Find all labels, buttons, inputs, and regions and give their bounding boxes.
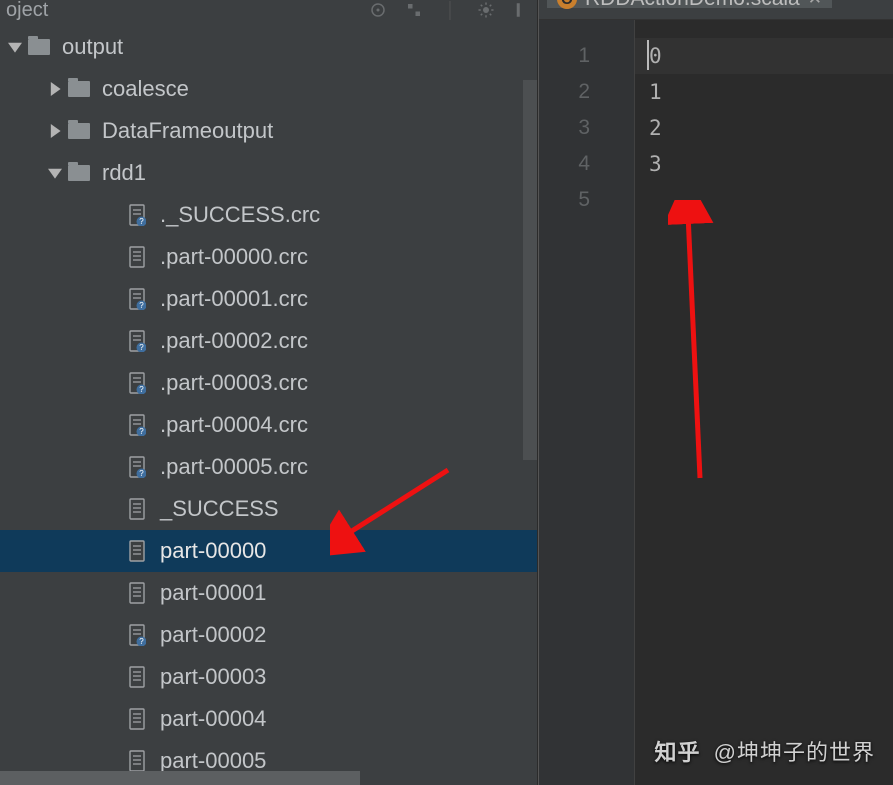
tree-file[interactable]: part-00004 (0, 698, 537, 740)
tree-label: .part-00001.crc (160, 286, 308, 312)
tree-label: part-00003 (160, 664, 266, 690)
tree-label: coalesce (102, 76, 189, 102)
code-line: 0 (649, 38, 893, 74)
project-sidebar: oject | output coalesce (0, 0, 538, 785)
horizontal-scrollbar[interactable] (0, 771, 360, 785)
line-number: 2 (539, 74, 634, 110)
folder-icon (68, 80, 90, 98)
divider-icon: | (441, 1, 459, 19)
editor-tabbar: O RDDActionDemo.scala ✕ (539, 0, 893, 20)
folder-icon (68, 164, 90, 182)
tree-file[interactable]: ? .part-00002.crc (0, 320, 537, 362)
code-line: 2 (649, 110, 893, 146)
tree-file[interactable]: ? ._SUCCESS.crc (0, 194, 537, 236)
svg-text:?: ? (139, 427, 144, 436)
sidebar-header: oject | (0, 0, 537, 20)
chevron-down-icon[interactable] (6, 38, 24, 56)
text-caret (647, 40, 649, 70)
tree-file[interactable]: ? .part-00003.crc (0, 362, 537, 404)
tree-label: part-00002 (160, 622, 266, 648)
tree-file[interactable]: ? .part-00001.crc (0, 278, 537, 320)
chevron-right-icon[interactable] (46, 122, 64, 140)
text-file-icon (126, 542, 148, 560)
tree-file[interactable]: .part-00000.crc (0, 236, 537, 278)
code-area[interactable]: 0123 (635, 20, 893, 785)
collapse-icon[interactable] (405, 1, 423, 19)
code-line: 1 (649, 74, 893, 110)
tree-label: part-00000 (160, 538, 266, 564)
tree-folder-rdd1[interactable]: rdd1 (0, 152, 537, 194)
tree-folder-output[interactable]: output (0, 26, 537, 68)
sidebar-title: oject (6, 0, 369, 22)
watermark: 知乎 @坤坤子的世界 (655, 735, 875, 767)
tree-label: .part-00005.crc (160, 454, 308, 480)
unknown-file-icon: ? (126, 458, 148, 476)
folder-icon (68, 122, 90, 140)
sidebar-tools: | (369, 1, 531, 19)
watermark-author: @坤坤子的世界 (714, 740, 875, 765)
svg-text:?: ? (139, 343, 144, 352)
tree-label: ._SUCCESS.crc (160, 202, 320, 228)
editor-area: O RDDActionDemo.scala ✕ 12345 0123 (538, 0, 893, 785)
text-file-icon (126, 248, 148, 266)
unknown-file-icon: ? (126, 332, 148, 350)
tree-label: .part-00004.crc (160, 412, 308, 438)
svg-text:?: ? (139, 385, 144, 394)
tree-file[interactable]: _SUCCESS (0, 488, 537, 530)
tab-title: RDDActionDemo.scala (585, 0, 800, 11)
tree-label: rdd1 (102, 160, 146, 186)
folder-icon (28, 38, 50, 56)
line-number: 3 (539, 110, 634, 146)
line-gutter: 12345 (539, 20, 635, 785)
svg-text:?: ? (139, 301, 144, 310)
text-file-icon (126, 752, 148, 770)
tree-label: .part-00000.crc (160, 244, 308, 270)
svg-text:?: ? (139, 217, 144, 226)
svg-text:?: ? (139, 637, 144, 646)
chevron-right-icon[interactable] (46, 80, 64, 98)
close-icon[interactable]: ✕ (808, 0, 822, 9)
text-file-icon (126, 584, 148, 602)
text-file-icon (126, 500, 148, 518)
tree-label: part-00001 (160, 580, 266, 606)
tree-file[interactable]: ? .part-00004.crc (0, 404, 537, 446)
unknown-file-icon: ? (126, 290, 148, 308)
line-number: 4 (539, 146, 634, 182)
line-number: 5 (539, 182, 634, 218)
code-line: 3 (649, 146, 893, 182)
tree-label: .part-00002.crc (160, 328, 308, 354)
scala-badge-icon: O (557, 0, 577, 9)
code-line (649, 182, 893, 218)
unknown-file-icon: ? (126, 374, 148, 392)
vertical-scrollbar[interactable] (523, 80, 537, 460)
unknown-file-icon: ? (126, 626, 148, 644)
watermark-brand: 知乎 (655, 740, 701, 765)
line-number: 1 (539, 38, 634, 74)
unknown-file-icon: ? (126, 206, 148, 224)
editor-body[interactable]: 12345 0123 (539, 20, 893, 785)
unknown-file-icon: ? (126, 416, 148, 434)
tree-label: DataFrameoutput (102, 118, 273, 144)
tree-file[interactable]: ? .part-00005.crc (0, 446, 537, 488)
gear-icon[interactable] (477, 1, 495, 19)
chevron-down-icon[interactable] (46, 164, 64, 182)
text-file-icon (126, 668, 148, 686)
tree-file[interactable]: part-00000 (0, 530, 537, 572)
target-icon[interactable] (369, 1, 387, 19)
editor-tab[interactable]: O RDDActionDemo.scala ✕ (547, 0, 832, 8)
svg-text:?: ? (139, 469, 144, 478)
hide-icon[interactable] (513, 1, 531, 19)
tree-label: output (62, 34, 123, 60)
tree-file[interactable]: part-00001 (0, 572, 537, 614)
tree-label: part-00004 (160, 706, 266, 732)
tree-folder-coalesce[interactable]: coalesce (0, 68, 537, 110)
tree-label: .part-00003.crc (160, 370, 308, 396)
text-file-icon (126, 710, 148, 728)
tree-label: _SUCCESS (160, 496, 279, 522)
project-tree[interactable]: output coalesce DataFrameoutput rdd1 ?. (0, 20, 537, 785)
tree-file[interactable]: ? part-00002 (0, 614, 537, 656)
tree-folder-dataframeoutput[interactable]: DataFrameoutput (0, 110, 537, 152)
tree-file[interactable]: part-00003 (0, 656, 537, 698)
